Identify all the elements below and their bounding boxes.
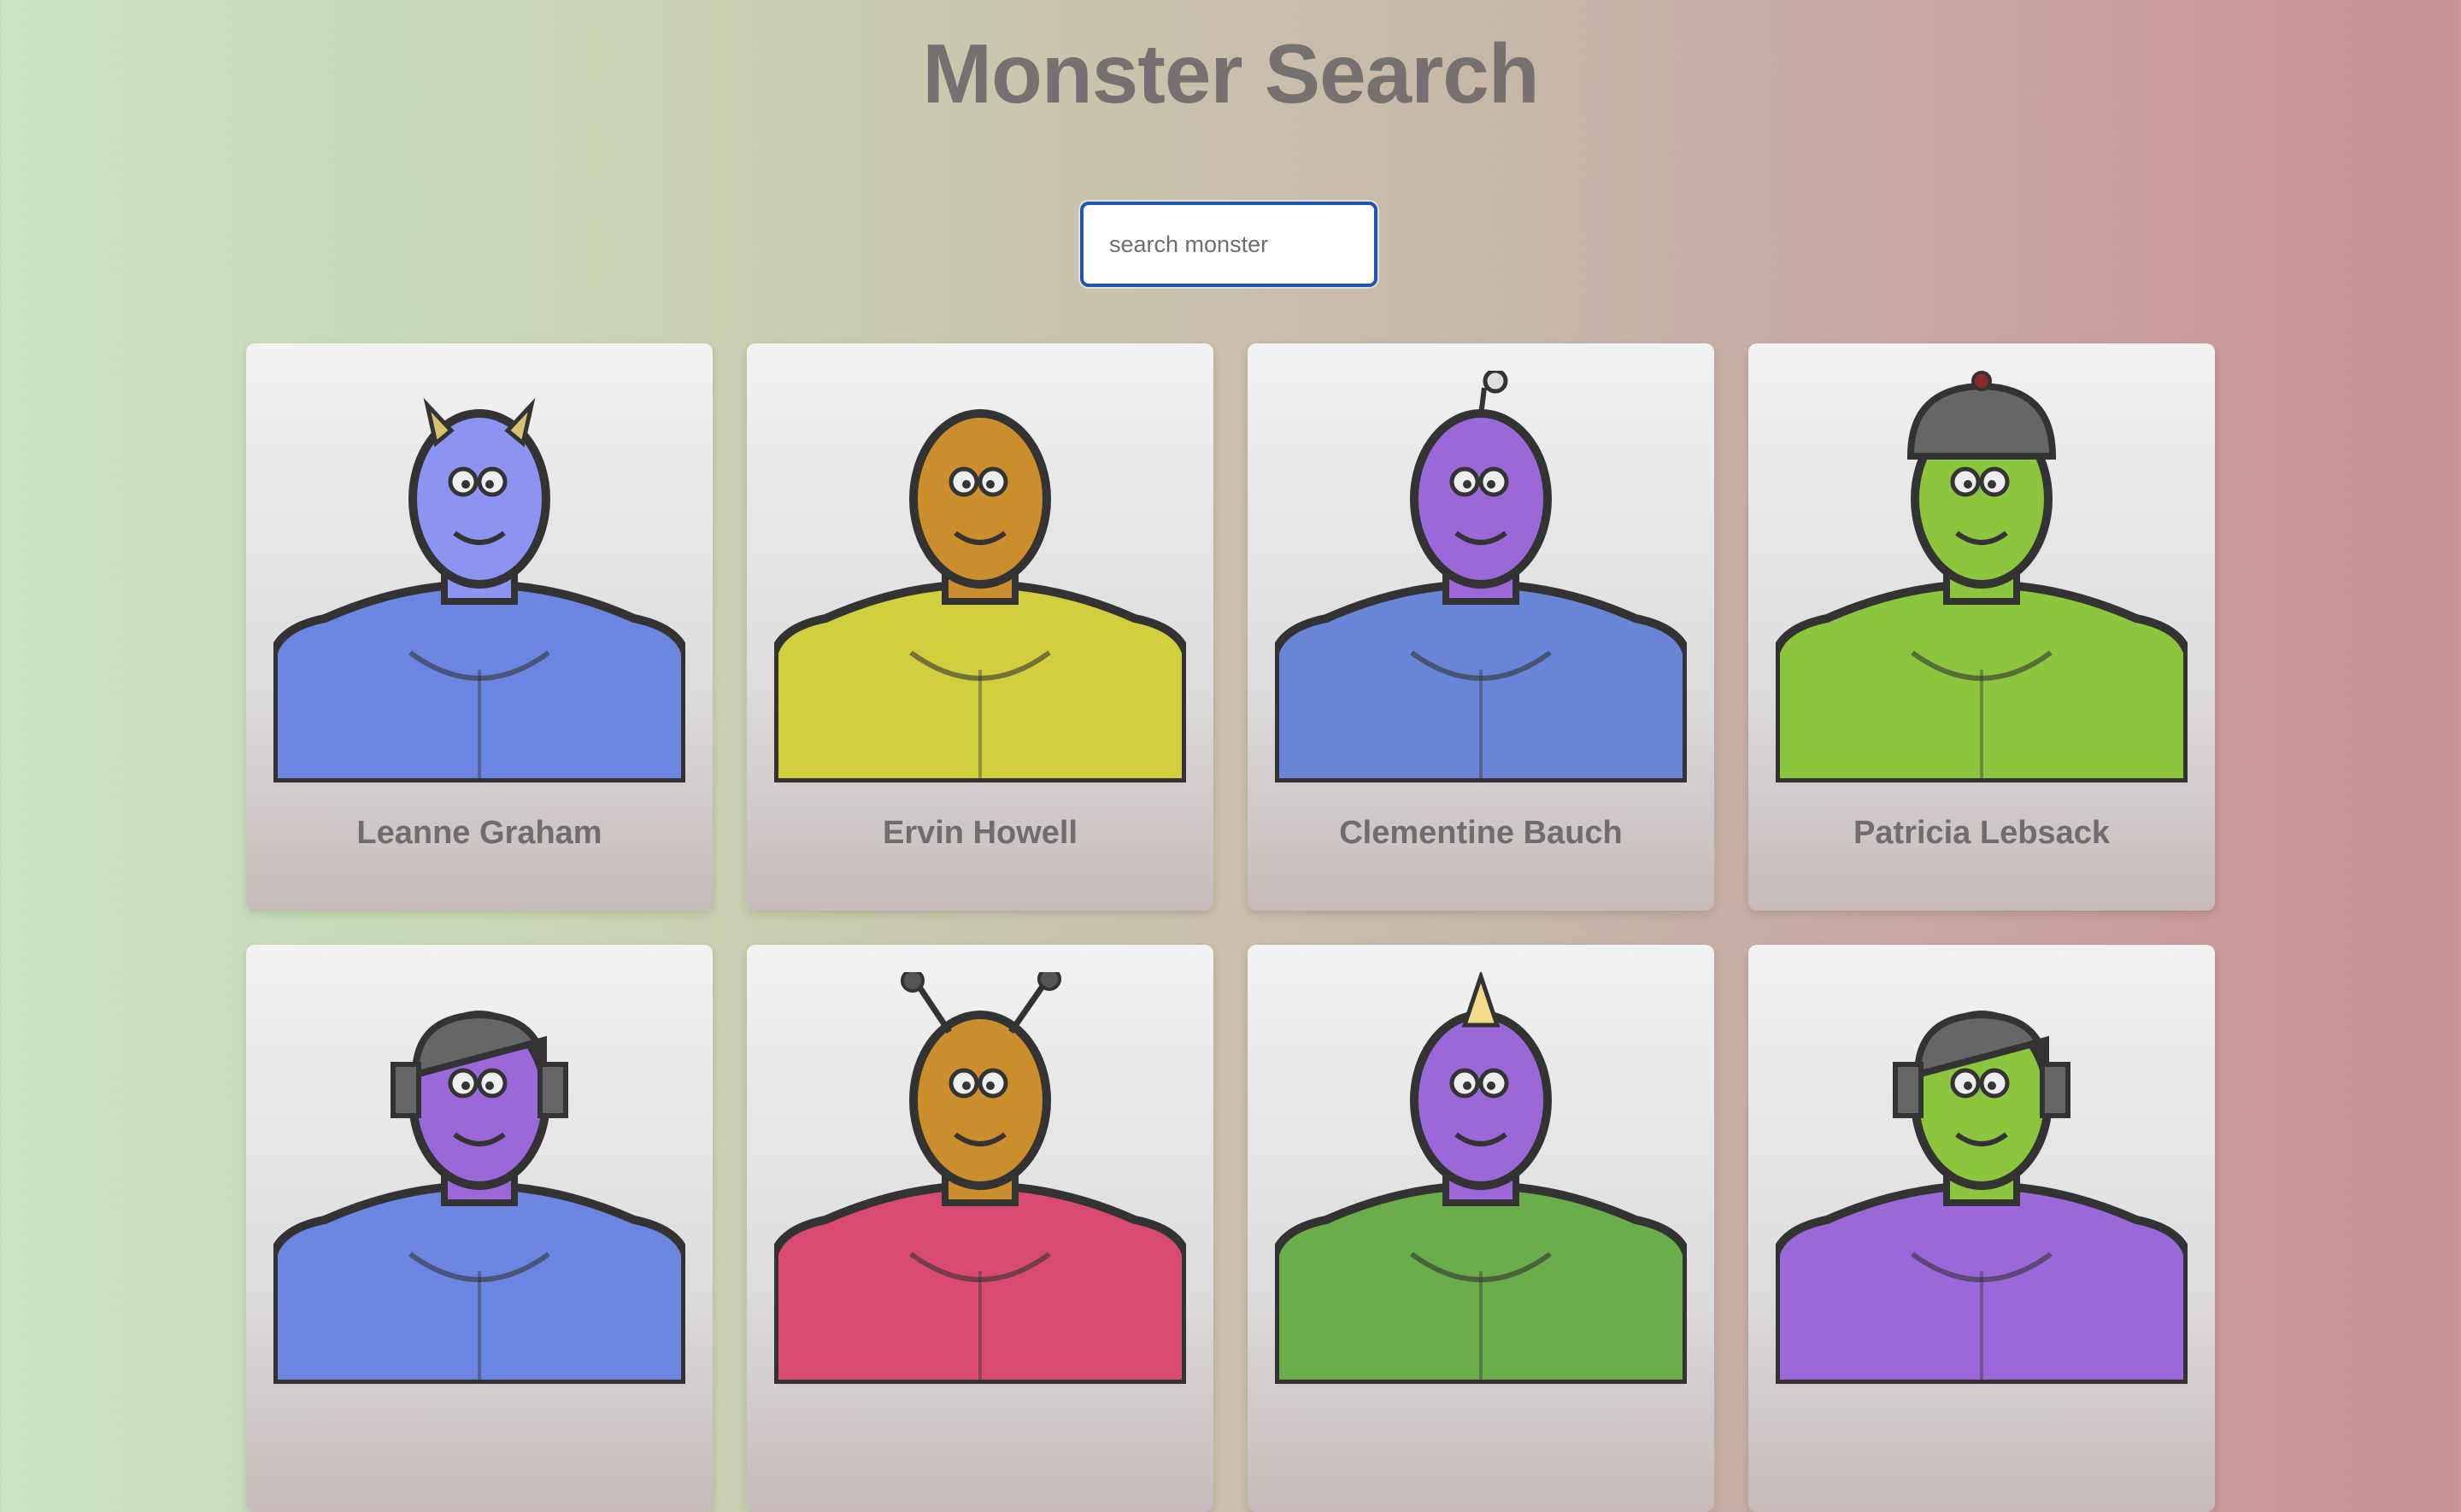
monster-card[interactable]: Leanne Graham — [246, 343, 713, 911]
monster-avatar — [1275, 972, 1687, 1384]
monster-name: Patricia Lebsack — [1853, 815, 2110, 851]
monster-card[interactable] — [246, 945, 713, 1512]
monster-avatar — [273, 1011, 685, 1384]
monster-avatar — [1275, 371, 1687, 782]
monster-avatar — [774, 409, 1186, 782]
monster-avatar — [273, 397, 685, 782]
monster-name: Leanne Graham — [356, 815, 602, 851]
monster-card[interactable]: Patricia Lebsack — [1748, 343, 2215, 911]
monster-name: Clementine Bauch — [1339, 815, 1623, 851]
monster-name: Ervin Howell — [882, 815, 1078, 851]
monster-card[interactable] — [747, 945, 1213, 1512]
search-input[interactable] — [1080, 202, 1377, 287]
monster-avatar — [774, 972, 1186, 1384]
monster-avatar — [1776, 1011, 2188, 1384]
monster-card[interactable]: Clementine Bauch — [1248, 343, 1714, 911]
monster-card[interactable] — [1248, 945, 1714, 1512]
monster-card-grid: Leanne Graham Ervin Howell Clementine Bauc… — [246, 343, 2215, 1512]
monster-card[interactable]: Ervin Howell — [747, 343, 1213, 911]
page-title: Monster Search — [922, 26, 1539, 120]
monster-avatar — [1776, 371, 2188, 782]
monster-card[interactable] — [1748, 945, 2215, 1512]
